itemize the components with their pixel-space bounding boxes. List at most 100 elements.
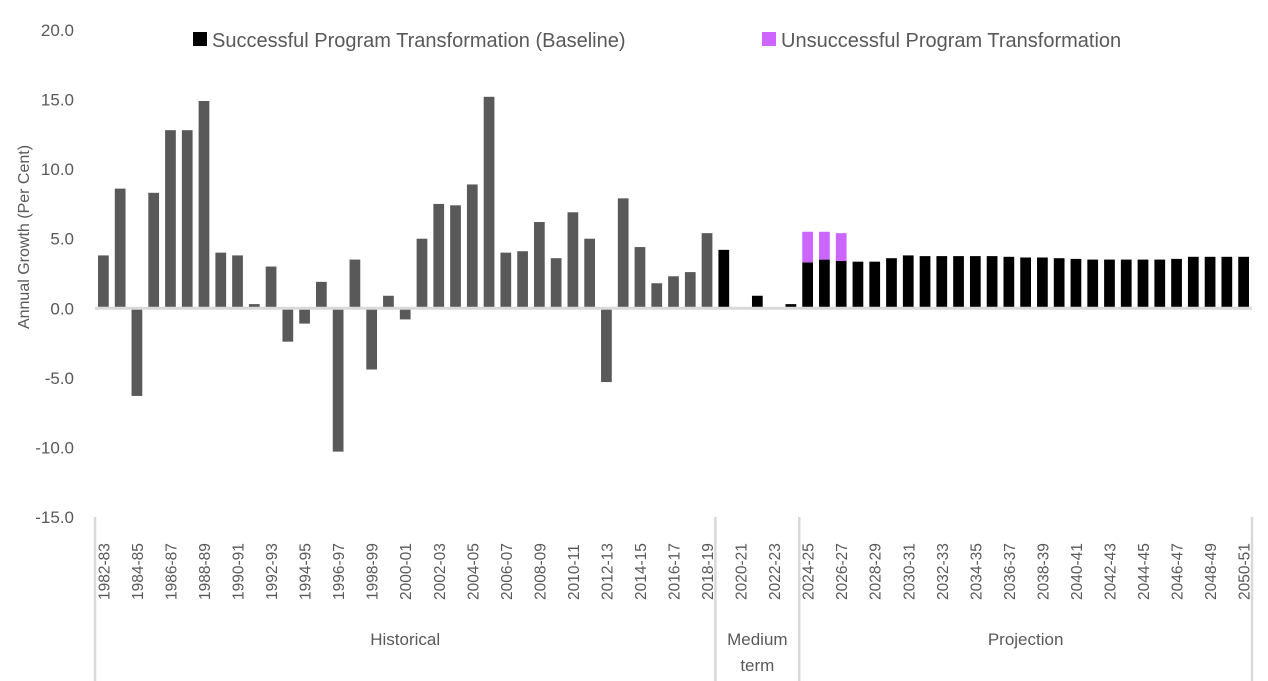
bar-historical-2014-15 — [634, 247, 646, 309]
x-tick-label: 2042-43 — [1102, 543, 1119, 600]
bars — [98, 96, 1249, 452]
bar-historical-1996-97 — [332, 308, 344, 452]
x-tick-label: 2024-25 — [801, 543, 818, 600]
bar-historical-1989-90 — [215, 252, 227, 309]
bar-baseline-2046-47 — [1171, 258, 1182, 309]
bar-baseline-2047-48 — [1187, 256, 1199, 309]
legend-label-baseline: Successful Program Transformation (Basel… — [212, 30, 626, 52]
x-tick-label: 2026-27 — [834, 543, 851, 600]
x-tick-label: 1994-95 — [298, 543, 315, 600]
x-tick-label: 2020-21 — [734, 543, 751, 600]
bar-baseline-2040-41 — [1070, 258, 1082, 309]
bar-historical-2018-19 — [701, 233, 713, 309]
bar-historical-1983-84 — [114, 188, 126, 309]
bar-baseline-2039-40 — [1053, 258, 1065, 309]
y-tick-label: 15.0 — [41, 91, 74, 110]
bar-baseline-2038-39 — [1037, 257, 1048, 309]
bar-historical-1984-85 — [131, 308, 143, 396]
bar-baseline-2034-35 — [969, 256, 981, 309]
x-tick-label: 1990-91 — [231, 543, 248, 600]
bar-baseline-2030-31 — [902, 255, 914, 309]
x-tick-label: 2002-03 — [432, 543, 449, 600]
y-tick-label: 20.0 — [41, 21, 74, 40]
bar-historical-1999-00 — [383, 295, 394, 309]
bar-baseline-2027-28 — [852, 261, 864, 309]
x-tick-label: 2000-01 — [398, 543, 415, 600]
bar-baseline-2019-20 — [718, 249, 730, 309]
bar-baseline-2044-45 — [1137, 259, 1149, 309]
bar-historical-1982-83 — [98, 255, 109, 309]
legend-item-baseline[interactable]: Successful Program Transformation (Basel… — [193, 30, 626, 52]
bar-historical-1995-96 — [316, 281, 327, 309]
legend-swatch-baseline — [193, 32, 207, 46]
y-tick-label: 0.0 — [50, 299, 74, 318]
x-tick-label: 2050-51 — [1237, 543, 1254, 600]
bar-baseline-2021-22 — [751, 295, 763, 309]
bar-historical-2001-02 — [416, 238, 428, 309]
bar-baseline-2026-27 — [835, 260, 847, 309]
y-axis-title-group: Annual Growth (Per Cent) — [16, 145, 33, 329]
bar-baseline-2036-37 — [1003, 256, 1015, 309]
bar-baseline-2041-42 — [1087, 259, 1099, 309]
bar-unsuccessful-2025-26 — [819, 231, 830, 260]
bar-historical-1998-99 — [366, 308, 378, 370]
legend-swatch-unsuccessful — [762, 32, 776, 46]
bar-historical-2011-12 — [584, 238, 596, 309]
bar-baseline-2050-51 — [1238, 256, 1249, 309]
bar-baseline-2043-44 — [1120, 259, 1132, 309]
x-tick-label: 2010-11 — [566, 544, 583, 600]
x-tick-label: 2028-29 — [868, 543, 885, 600]
group-labels: Historical Medium term Projection — [370, 630, 1063, 675]
x-tick-label: 2008-09 — [532, 543, 549, 600]
legend-label-unsuccessful: Unsuccessful Program Transformation — [781, 30, 1121, 52]
bar-historical-1997-98 — [349, 259, 361, 309]
bar-historical-2009-10 — [550, 258, 562, 309]
bar-historical-2004-05 — [466, 184, 478, 309]
y-tick-label: 10.0 — [41, 160, 74, 179]
bar-historical-2015-16 — [651, 283, 663, 309]
bar-baseline-2033-34 — [953, 256, 964, 309]
bar-baseline-2029-30 — [886, 258, 897, 309]
bar-historical-1990-91 — [232, 255, 243, 309]
y-axis-ticks: 20.0 15.0 10.0 5.0 0.0 -5.0 -10.0 -15.0 — [35, 21, 74, 527]
bar-chart: Annual Growth (Per Cent) 20.0 15.0 10.0 5.0… — [16, 21, 1254, 681]
bar-historical-1985-86 — [148, 192, 160, 309]
x-axis-labels: 1982-83 1984-85 1986-87 1988-89 1990-91 1992-… — [96, 543, 1253, 600]
y-axis-title: Annual Growth (Per Cent) — [16, 145, 33, 329]
bar-baseline-2035-36 — [986, 256, 998, 309]
x-tick-label: 2022-23 — [767, 543, 784, 600]
bar-historical-1987-88 — [181, 130, 193, 309]
x-tick-label: 2014-15 — [633, 543, 650, 600]
bar-baseline-2037-38 — [1020, 257, 1031, 309]
legend: Successful Program Transformation (Basel… — [193, 30, 1121, 52]
x-tick-label: 2046-47 — [1170, 543, 1187, 600]
x-tick-label: 1998-99 — [365, 543, 382, 600]
legend-item-unsuccessful[interactable]: Unsuccessful Program Transformation — [762, 30, 1121, 52]
group-label-medium-term: term — [740, 656, 774, 675]
x-tick-label: 2004-05 — [465, 543, 482, 600]
x-tick-label: 1984-85 — [130, 543, 147, 600]
x-tick-label: 2048-49 — [1203, 543, 1220, 600]
x-tick-label: 1996-97 — [331, 543, 348, 600]
bar-unsuccessful-2024-25 — [802, 231, 814, 263]
x-tick-label: 2040-41 — [1069, 543, 1086, 600]
group-label-medium-term: Medium — [727, 630, 787, 649]
bar-historical-2000-01 — [399, 308, 411, 320]
x-tick-label: 2016-17 — [667, 543, 684, 600]
x-tick-label: 2036-37 — [1002, 543, 1019, 600]
bar-historical-2002-03 — [433, 203, 445, 309]
bar-historical-2012-13 — [601, 308, 612, 383]
x-tick-label: 2018-19 — [700, 543, 717, 600]
bar-historical-1988-89 — [198, 100, 210, 309]
bar-baseline-2042-43 — [1104, 259, 1115, 309]
bar-historical-2013-14 — [617, 198, 629, 309]
x-tick-label: 1992-93 — [264, 543, 281, 600]
x-tick-label: 2030-31 — [901, 543, 918, 600]
bar-historical-2017-18 — [684, 272, 696, 309]
bar-baseline-2028-29 — [869, 261, 881, 309]
y-tick-label: -10.0 — [35, 438, 74, 457]
bar-baseline-2031-32 — [919, 256, 931, 309]
bar-historical-2010-11 — [567, 212, 579, 309]
bar-baseline-2045-46 — [1154, 259, 1166, 309]
bar-historical-1994-95 — [299, 308, 310, 324]
